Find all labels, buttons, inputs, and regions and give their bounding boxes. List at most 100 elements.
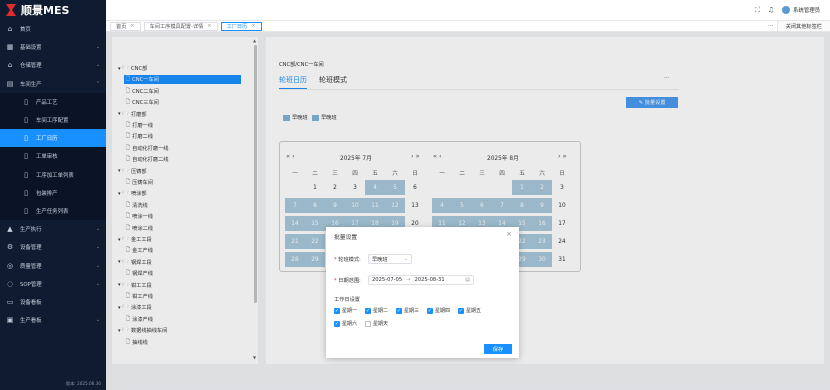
checkbox-label: 星期五 [466,308,482,314]
tab-1[interactable]: 车间工序模具配置-详情 × [143,21,218,31]
sidebar-item-4[interactable]: ▯ 产品工艺 [0,92,106,111]
sidebar-item-11[interactable]: ▲ 生产执行 ⌄ [0,220,106,238]
sidebar-item-label: 生产看板 [20,318,42,325]
tab-0[interactable]: 首页 × [110,21,141,31]
sidebar-item-label: 生产执行 [20,227,42,234]
chevron-icon: ⌃ [95,80,100,87]
sidebar-item-1[interactable]: ▦ 基础设置 ⌄ [0,38,106,56]
checkbox-box[interactable]: ✓ [396,307,402,314]
chevron-icon: ⌄ [95,226,100,233]
sidebar-item-16[interactable]: ▣ 生产看板 ⌄ [0,311,106,329]
save-button[interactable]: 保存 [484,344,512,354]
sidebar-item-7[interactable]: ▯ 工单审核 [0,147,106,166]
sidebar-item-label: 质量管理 [20,263,42,270]
app-title: 顺景MES [21,4,70,17]
workday-label: 工作日设置 [334,297,360,303]
sidebar-item-9[interactable]: ▯ 包装排产 [0,183,106,202]
sidebar-item-12[interactable]: ⚙ 设备管理 ⌄ [0,238,106,256]
tabs-more-button[interactable]: ··· [768,23,774,30]
chevron-icon: ⌄ [95,280,100,287]
sidebar-item-label: 车间工序配置 [36,118,69,125]
workday-checkbox[interactable]: ✓ 星期一 [334,307,357,314]
checkbox-label: 星期四 [435,308,451,314]
quality-icon: ◎ [6,261,14,270]
checkbox-label: 星期一 [342,308,358,314]
date-range-picker[interactable]: 2025-07-05 → 2025-08-31 ▤ [368,275,474,285]
checkbox-box[interactable]: ✓ [427,307,433,314]
sidebar-item-13[interactable]: ◎ 质量管理 ⌄ [0,256,106,274]
gear-icon: ⚙ [6,243,14,252]
doc-icon: ▯ [24,116,28,125]
shift-mode-select[interactable]: 早晚班 ⌄ [368,254,412,264]
workday-checkbox[interactable]: ✓ 星期二 [365,307,388,314]
sidebar-item-14[interactable]: ◌ SOP管理 ⌄ [0,275,106,293]
workday-checkbox[interactable]: ✓ 星期六 [334,320,357,327]
bell-icon[interactable]: ♫ [768,6,774,14]
user-name: 系统管理员 [793,8,820,14]
dialog-title: 批量设置 [334,235,358,241]
close-icon[interactable]: × [506,230,512,238]
tab-label: 首页 [116,23,127,30]
tab-2[interactable]: 工厂日历 × [220,21,262,31]
date-range-label: * 日期范围: [334,278,361,284]
sidebar-item-label: SOP管理 [20,281,42,288]
grid-icon: ▦ [6,43,14,52]
checkbox-box[interactable]: ✓ [334,320,340,327]
doc-icon: ▯ [24,152,28,161]
sidebar-item-label: 首页 [20,27,31,34]
doc-icon: ▯ [24,188,28,197]
fullscreen-icon[interactable]: ⛶ [755,6,760,15]
sidebar-item-2[interactable]: ⌂ 仓储管理 ⌄ [0,56,106,74]
sidebar-item-label: 工序加工单列表 [36,172,74,179]
date-from: 2025-07-05 [372,277,403,283]
sidebar-item-0[interactable]: ⌂ 首页 [0,20,106,38]
checkbox-box[interactable]: ✓ [334,307,340,314]
doc-icon: ▯ [24,97,28,106]
sidebar: 顺景MES ⌂ 首页 ▦ 基础设置 ⌄ ⌂ 仓储管理 ⌄ ▤ 车间生产 ⌃ ▯ 产品工艺 ▯ 车间工序配置 ▯… [0,0,106,390]
sidebar-item-label: 包装排产 [36,190,58,197]
sidebar-item-10[interactable]: ▯ 生产任务列表 [0,201,106,221]
chevron-down-icon: ⌄ [403,256,408,262]
checkbox-box[interactable] [365,320,371,327]
run-icon: ▲ [7,225,13,234]
logo-icon [6,4,16,16]
sidebar-item-5[interactable]: ▯ 车间工序配置 [0,110,106,130]
close-icon[interactable]: × [207,23,211,29]
tabs: 首页 × 车间工序模具配置-详情 × 工厂日历 × [110,21,262,31]
close-other-tabs-button[interactable]: 关闭其他标签栏 [776,21,830,31]
sidebar-item-15[interactable]: ▭ 设备看板 [0,293,106,311]
close-icon[interactable]: × [251,23,255,29]
chevron-icon: ⌄ [95,244,100,251]
sidebar-item-label: 工单审核 [36,154,58,161]
checkbox-label: 星期三 [404,308,420,314]
checkbox-box[interactable]: ✓ [458,307,464,314]
tab-label: 工厂日历 [226,23,248,30]
checkbox-box[interactable]: ✓ [365,307,371,314]
doc-icon: ▯ [24,170,28,179]
workday-checkbox[interactable]: 星期天 [365,320,388,327]
box-icon: ⌂ [7,61,13,70]
chevron-icon: ⌄ [95,262,100,269]
sidebar-item-8[interactable]: ▯ 工序加工单列表 [0,165,106,184]
home-icon: ⌂ [7,25,13,34]
sidebar-menu: ⌂ 首页 ▦ 基础设置 ⌄ ⌂ 仓储管理 ⌄ ▤ 车间生产 ⌃ ▯ 产品工艺 ▯ 车间工序配置 ▯ 工厂日历 ▯ 工… [0,20,106,329]
workday-checkbox[interactable]: ✓ 星期四 [427,307,450,314]
workday-checkbox[interactable]: ✓ 星期五 [458,307,481,314]
checkbox-label: 星期二 [373,308,389,314]
version-text: 版本: 2025.06.30 [65,381,101,386]
top-header: ⛶ ♫ 系统管理员 [106,0,830,20]
workday-checkbox[interactable]: ✓ 星期三 [396,307,419,314]
batch-settings-dialog: 批量设置 × * 轮班模式: 早晚班 ⌄ * 日期范围: 2025-07-05 … [326,227,519,358]
sidebar-item-3[interactable]: ▤ 车间生产 ⌃ [0,75,106,93]
sidebar-item-label: 产品工艺 [36,99,58,106]
sidebar-item-6[interactable]: ▯ 工厂日历 [0,129,106,148]
chevron-icon: ⌄ [95,44,100,51]
sidebar-item-label: 车间生产 [20,81,42,88]
user-menu[interactable]: 系统管理员 [782,6,820,14]
sidebar-item-label: 工厂日历 [36,136,58,143]
chevron-icon: ⌄ [95,317,100,324]
close-icon[interactable]: × [130,23,134,29]
sidebar-item-label: 基础设置 [20,45,42,52]
checkbox-label: 星期天 [373,321,389,327]
sidebar-item-label: 设备看板 [20,299,42,306]
